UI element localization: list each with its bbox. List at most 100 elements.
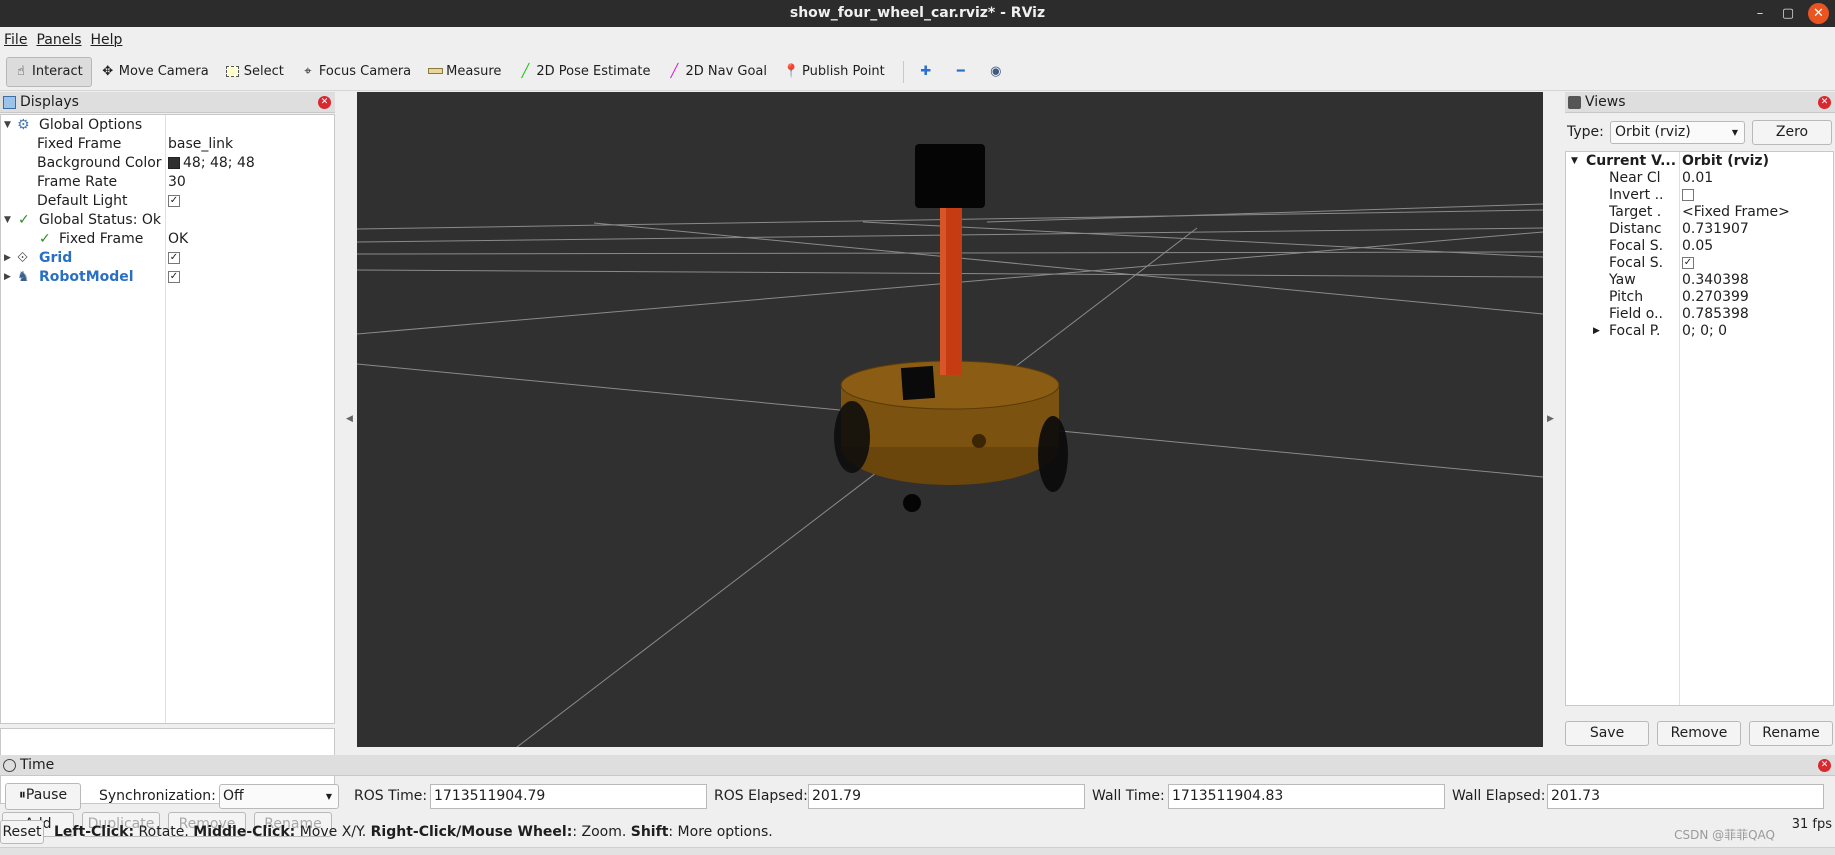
checkbox[interactable]: ✓: [1682, 257, 1694, 269]
row-value[interactable]: 48; 48; 48: [168, 154, 255, 173]
tree-row[interactable]: Target ... <Fixed Frame>: [1566, 204, 1833, 221]
tool-measure[interactable]: Measure: [421, 57, 509, 87]
checkbox[interactable]: ✓: [168, 271, 180, 283]
row-value[interactable]: 0.270399: [1682, 289, 1749, 306]
row-key: Focal P...: [1609, 323, 1662, 339]
chevron-down-icon: ▼: [1731, 128, 1738, 137]
displays-title: Displays: [20, 94, 79, 110]
tree-row-global-options[interactable]: ▼ ⚙ Global Options: [1, 116, 334, 135]
sync-select[interactable]: Off ▼: [219, 784, 339, 809]
tree-row[interactable]: Field o... 0.785398: [1566, 306, 1833, 323]
tree-row-grid[interactable]: ▶ ⟐ Grid ✓: [1, 249, 334, 268]
wall-elapsed-field[interactable]: 201.73: [1547, 784, 1824, 809]
row-key: Global Status: Ok: [39, 212, 162, 228]
collapse-left-icon[interactable]: ◀: [346, 414, 353, 424]
expand-right-icon[interactable]: ▶: [4, 268, 11, 287]
tree-row[interactable]: Invert ...: [1566, 187, 1833, 204]
row-value[interactable]: base_link: [168, 135, 233, 154]
row-key: Default Light: [37, 193, 128, 209]
tree-row[interactable]: ▶ Focal P... 0; 0; 0: [1566, 323, 1833, 340]
expand-right-icon[interactable]: ▶: [1593, 323, 1600, 340]
row-value[interactable]: 0.340398: [1682, 272, 1749, 289]
collapse-right-icon[interactable]: ▶: [1547, 414, 1554, 424]
grid-icon: ⟐: [17, 250, 29, 266]
row-value[interactable]: <Fixed Frame>: [1682, 204, 1790, 221]
pause-button[interactable]: ⏸Pause: [5, 783, 81, 810]
tree-row-global-status[interactable]: ▼ ✓ Global Status: Ok: [1, 211, 334, 230]
bottom-strip: [0, 847, 1835, 855]
minimize-icon[interactable]: –: [1745, 0, 1775, 27]
row-value[interactable]: 30: [168, 173, 186, 192]
checkbox[interactable]: [1682, 189, 1694, 201]
check-icon: ✓: [18, 212, 30, 228]
tree-row[interactable]: Distance 0.731907: [1566, 221, 1833, 238]
close-icon[interactable]: ✕: [318, 96, 331, 109]
tool-interact[interactable]: ☝ Interact: [6, 56, 92, 87]
expand-down-icon[interactable]: ▼: [4, 211, 11, 230]
tool-select[interactable]: Select: [219, 57, 292, 87]
eye-icon: ◉: [990, 63, 1002, 79]
views-header: Views ✕: [1565, 92, 1835, 113]
tool-label: 2D Pose Estimate: [536, 64, 651, 79]
tree-row-current-view[interactable]: ▼ Current V... Orbit (rviz): [1566, 153, 1833, 170]
zero-button[interactable]: Zero: [1752, 120, 1832, 145]
tree-row-default-light[interactable]: Default Light ✓: [1, 192, 334, 211]
tree-row[interactable]: Near Cl... 0.01: [1566, 170, 1833, 187]
tool-move-camera[interactable]: ✥ Move Camera: [94, 57, 217, 87]
tree-row-frame-rate[interactable]: Frame Rate 30: [1, 173, 334, 192]
tree-row-fixed-frame[interactable]: Fixed Frame base_link: [1, 135, 334, 154]
tool-focus-camera[interactable]: ⌖ Focus Camera: [294, 57, 419, 87]
robot-model: [834, 144, 1068, 512]
menu-help[interactable]: Help: [87, 32, 128, 48]
toolbar-separator: [902, 60, 904, 83]
reset-button[interactable]: Reset: [0, 820, 44, 844]
expand-down-icon[interactable]: ▼: [1571, 153, 1578, 170]
row-key: Pitch: [1609, 289, 1644, 305]
render-viewport[interactable]: [357, 92, 1543, 747]
row-value[interactable]: 0.785398: [1682, 306, 1749, 323]
remove-tool-button[interactable]: ━: [947, 57, 980, 87]
remove-view-button[interactable]: Remove: [1657, 721, 1741, 746]
tool-2d-pose-estimate[interactable]: ╱ 2D Pose Estimate: [511, 57, 658, 87]
checkbox[interactable]: ✓: [168, 252, 180, 264]
restore-icon[interactable]: ▢: [1773, 0, 1803, 27]
row-key: Target ...: [1609, 204, 1662, 220]
expand-down-icon[interactable]: ▼: [4, 116, 11, 135]
tool-publish-point[interactable]: 📍 Publish Point: [777, 57, 893, 87]
tool-label: 2D Nav Goal: [685, 64, 768, 79]
ros-time-field[interactable]: 1713511904.79: [430, 784, 707, 809]
tree-row[interactable]: Yaw 0.340398: [1566, 272, 1833, 289]
view-toggle-button[interactable]: ◉: [982, 57, 1015, 87]
menu-panels[interactable]: Panels: [32, 32, 86, 48]
checkbox[interactable]: ✓: [168, 195, 180, 207]
tree-row[interactable]: Focal S... ✓: [1566, 255, 1833, 272]
add-tool-button[interactable]: ✚: [912, 57, 945, 87]
expand-right-icon[interactable]: ▶: [4, 249, 11, 268]
color-swatch[interactable]: [168, 157, 180, 169]
tool-2d-nav-goal[interactable]: ╱ 2D Nav Goal: [660, 57, 775, 87]
row-value[interactable]: 0.05: [1682, 238, 1713, 255]
hint-text: : Zoom.: [572, 824, 631, 840]
tree-row[interactable]: Focal S... 0.05: [1566, 238, 1833, 255]
wall-time-field[interactable]: 1713511904.83: [1168, 784, 1445, 809]
displays-tree[interactable]: ▼ ⚙ Global Options Fixed Frame base_link…: [0, 114, 335, 724]
tree-row-robotmodel[interactable]: ▶ ♞ RobotModel ✓: [1, 268, 334, 287]
close-window-icon[interactable]: ✕: [1808, 3, 1829, 24]
row-value[interactable]: 0.01: [1682, 170, 1713, 187]
tree-row[interactable]: Pitch 0.270399: [1566, 289, 1833, 306]
row-value[interactable]: 0.731907: [1682, 221, 1749, 238]
close-icon[interactable]: ✕: [1818, 96, 1831, 109]
ros-elapsed-field[interactable]: 201.79: [808, 784, 1085, 809]
close-icon[interactable]: ✕: [1818, 759, 1831, 772]
check-icon: ✓: [39, 231, 51, 247]
row-key: Fixed Frame: [59, 231, 144, 247]
save-view-button[interactable]: Save: [1565, 721, 1649, 746]
view-type-select[interactable]: Orbit (rviz) ▼: [1610, 121, 1745, 144]
row-value[interactable]: 0; 0; 0: [1682, 323, 1727, 340]
tree-row-fixed-frame-status[interactable]: ✓ Fixed Frame OK: [1, 230, 334, 249]
rename-view-button[interactable]: Rename: [1749, 721, 1833, 746]
magenta-arrow-icon: ╱: [670, 63, 679, 79]
tree-row-background-color[interactable]: Background Color 48; 48; 48: [1, 154, 334, 173]
menu-file[interactable]: File: [0, 32, 32, 48]
views-tree[interactable]: ▼ Current V... Orbit (rviz) Near Cl... 0.…: [1565, 151, 1834, 706]
